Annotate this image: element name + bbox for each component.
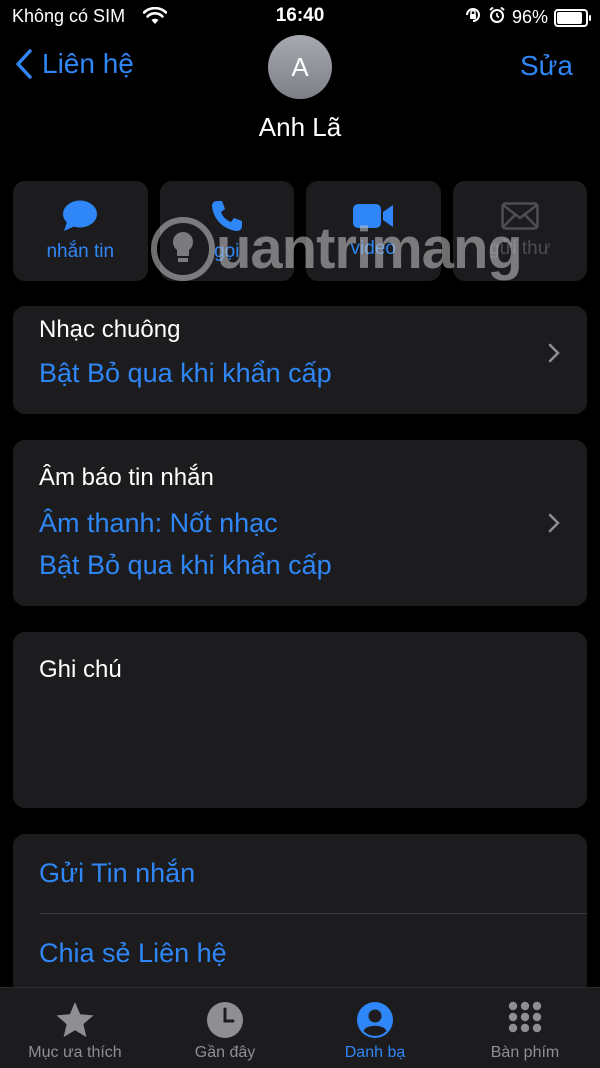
back-button[interactable]: Liên hệ [14,48,134,80]
avatar-initial: A [291,51,309,82]
back-label: Liên hệ [42,48,134,79]
phone-icon [211,201,242,231]
avatar: A [268,35,332,99]
mail-label: gửi thư [489,238,551,259]
action-row: nhắn tin gọi video gửi thư [13,181,587,281]
star-icon [56,1002,94,1038]
tab-recents-label: Gần đây [194,1044,256,1061]
tab-favorites-label: Mục ưa thích [28,1044,122,1061]
call-label: gọi [214,241,240,262]
chevron-right-icon [548,513,560,533]
battery-icon [554,8,591,27]
keypad-icon [508,1001,542,1033]
tab-recents[interactable]: Gần đây [150,988,300,1068]
battery-percent: 96% [511,7,548,27]
text-tone-title: Âm báo tin nhắn [39,464,214,491]
clock-icon [207,1002,243,1038]
orientation-lock-icon [464,6,482,29]
text-tone-sound: Âm thanh: Nốt nhạc [39,508,278,538]
status-bar: Không có SIM 16:40 96% [0,0,600,34]
tab-contacts-label: Danh bạ [344,1044,406,1061]
chevron-left-icon [16,49,32,79]
ringtone-row[interactable]: Nhạc chuông Bật Bỏ qua khi khẩn cấp [13,306,587,414]
alarm-icon [488,6,506,29]
tab-bar: Mục ưa thích Gần đây Danh bạ Bàn phím [0,987,600,1068]
send-message-link[interactable]: Gửi Tin nhắn [39,858,195,889]
video-button[interactable]: video [306,181,441,281]
mail-icon [501,202,539,230]
message-label: nhắn tin [46,241,115,262]
message-button[interactable]: nhắn tin [13,181,148,281]
video-label: video [350,238,396,259]
tab-keypad-label: Bàn phím [490,1044,560,1061]
tab-keypad[interactable]: Bàn phím [450,988,600,1068]
tab-favorites[interactable]: Mục ưa thích [0,988,150,1068]
divider [39,913,587,914]
chevron-right-icon [548,343,560,363]
mail-button[interactable]: gửi thư [452,181,587,281]
text-tone-row[interactable]: Âm báo tin nhắn Âm thanh: Nốt nhạc Bật B… [13,440,587,606]
text-tone-bypass: Bật Bỏ qua khi khẩn cấp [39,550,332,580]
edit-button[interactable]: Sửa [520,50,573,82]
tab-contacts[interactable]: Danh bạ [300,988,450,1068]
share-contact-link[interactable]: Chia sẻ Liên hệ [39,938,227,969]
message-icon [63,200,98,231]
ringtone-title: Nhạc chuông [39,316,181,343]
notes-field[interactable]: Ghi chú [13,632,587,808]
call-button[interactable]: gọi [159,181,294,281]
contact-name: Anh Lã [258,112,342,142]
video-icon [353,204,394,228]
actions-list: Gửi Tin nhắn Chia sẻ Liên hệ [13,834,587,1004]
contacts-icon [357,1002,393,1038]
ringtone-value: Bật Bỏ qua khi khẩn cấp [39,358,332,388]
notes-title: Ghi chú [39,656,122,683]
